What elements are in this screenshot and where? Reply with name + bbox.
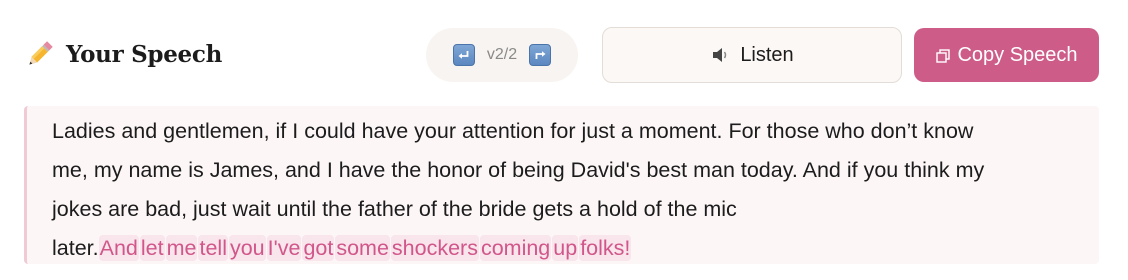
highlighted-word: up: [552, 235, 579, 261]
speech-line: jokes are bad, just wait until the fathe…: [52, 197, 737, 221]
version-control: v2/2: [426, 28, 578, 82]
highlighted-word: shockers: [390, 235, 479, 261]
highlighted-word: got: [302, 235, 335, 261]
highlighted-word: you: [228, 235, 266, 261]
highlighted-word: tell: [198, 235, 228, 261]
speech-line: me, my name is James, and I have the hon…: [52, 158, 985, 182]
speech-header: Your Speech v2/2 Listen Copy Speech: [0, 0, 1128, 100]
undo-icon: [458, 51, 469, 59]
highlighted-word: I've: [266, 235, 302, 261]
highlighted-word: coming: [479, 235, 552, 261]
undo-button[interactable]: [452, 44, 475, 66]
highlighted-word: And: [98, 235, 139, 261]
page-title: Your Speech: [66, 40, 222, 68]
highlighted-word: let: [139, 235, 165, 261]
listen-label: Listen: [740, 43, 794, 66]
version-label: v2/2: [486, 46, 518, 63]
speech-line-end: later.: [52, 236, 99, 260]
highlighted-word: some: [335, 235, 390, 261]
speech-text-area[interactable]: Ladies and gentlemen, if I could have yo…: [24, 106, 1099, 264]
speech-line-last: later.And let me tell you I've got some shockers…: [52, 229, 1093, 268]
highlighted-word: me: [165, 235, 198, 261]
redo-button[interactable]: [529, 44, 552, 66]
copy-icon: [935, 47, 951, 63]
title-group: Your Speech: [24, 38, 222, 70]
speech-line: Ladies and gentlemen, if I could have yo…: [52, 119, 974, 143]
highlighted-word: folks!: [579, 235, 632, 261]
pencil-icon: [24, 38, 56, 70]
redo-icon: [535, 51, 546, 59]
copy-speech-button[interactable]: Copy Speech: [914, 28, 1099, 82]
speaker-icon: [710, 44, 732, 66]
copy-label: Copy Speech: [957, 43, 1078, 66]
listen-button[interactable]: Listen: [602, 27, 902, 83]
highlighted-addition: And let me tell you I've got some shockers coming…: [98, 235, 633, 261]
speech-text: Ladies and gentlemen, if I could have yo…: [52, 112, 1093, 268]
